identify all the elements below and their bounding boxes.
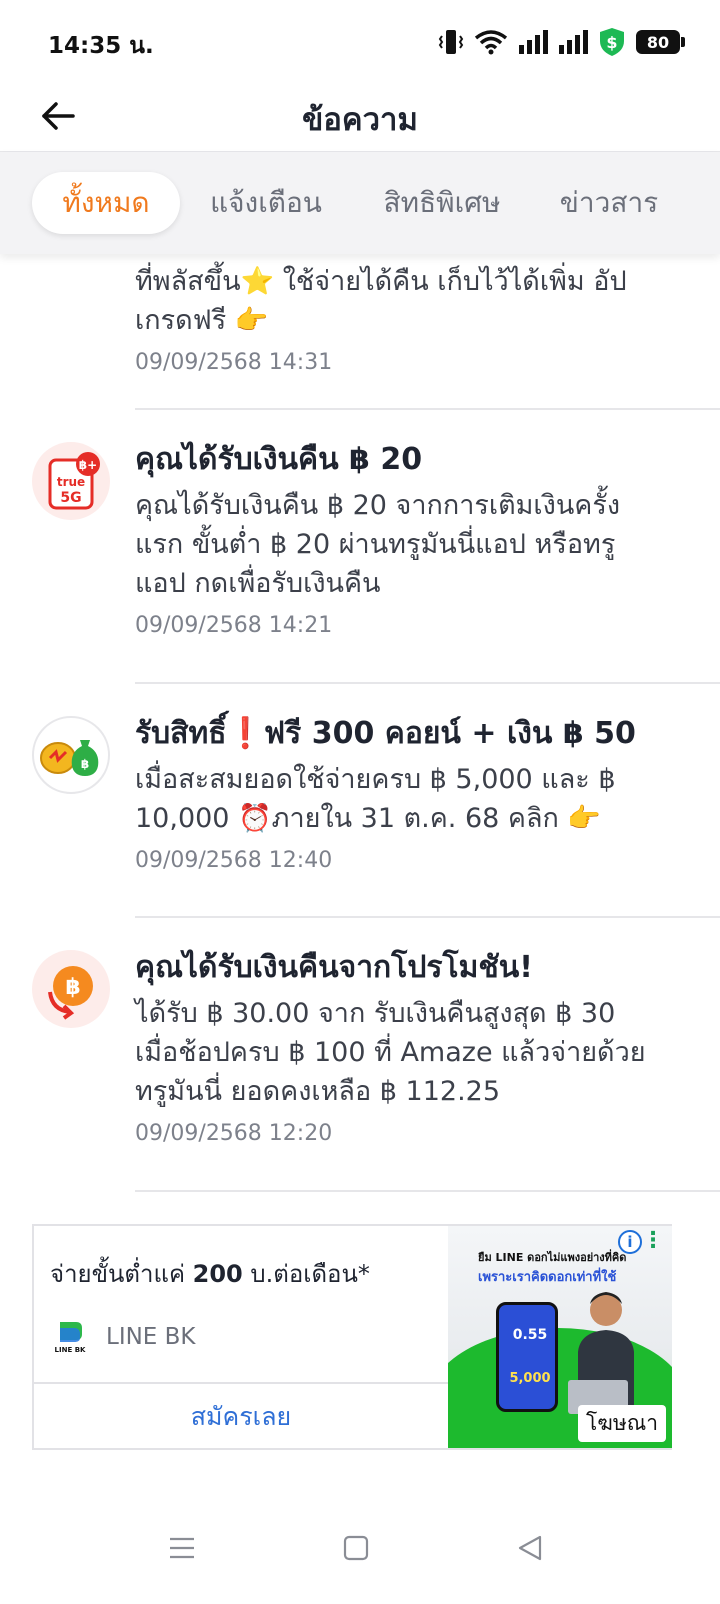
vibrate-icon bbox=[438, 28, 464, 56]
message-title: รับสิทธิ์❗ฟรี 300 คอยน์ + เงิน ฿ 50 bbox=[135, 716, 636, 751]
tab-notifications[interactable]: แจ้งเตือน bbox=[196, 172, 336, 234]
tabs-bar: ทั้งหมด แจ้งเตือน สิทธิพิเศษ ข่าวสาร bbox=[0, 152, 720, 254]
ad-amount: 5,000 bbox=[509, 1371, 551, 1386]
divider bbox=[135, 1190, 720, 1192]
svg-text:฿: ฿ bbox=[81, 757, 89, 771]
tab-news[interactable]: ข่าวสาร bbox=[550, 172, 668, 234]
status-time: 14:35 น. bbox=[48, 33, 154, 59]
list-item[interactable]: ที่พลัสขึ้น⭐ ใช้จ่ายได้คืน เก็บไว้ได้เพิ… bbox=[0, 254, 720, 410]
list-item[interactable]: ฿ รับสิทธิ์❗ฟรี 300 คอยน์ + เงิน ฿ 50 เม… bbox=[0, 684, 720, 918]
message-text-line: แอป กดเพื่อรับเงินคืน bbox=[135, 568, 381, 599]
ad-brand-name: LINE BK bbox=[106, 1324, 196, 1350]
brand-logo-text: LINE BK bbox=[55, 1346, 86, 1354]
ad-text-prefix: จ่ายขั้นต่ำแค่ bbox=[50, 1260, 193, 1288]
coins-moneybag-icon: ฿ bbox=[32, 716, 110, 794]
home-button[interactable] bbox=[332, 1524, 380, 1572]
nav-back-button[interactable] bbox=[506, 1524, 554, 1572]
ad-phone-graphic: 0.55 5,000 bbox=[496, 1302, 558, 1412]
message-date: 09/09/2568 12:20 bbox=[135, 1121, 333, 1146]
svg-text:$: $ bbox=[606, 33, 617, 52]
list-item[interactable]: ฿ คุณได้รับเงินคืนจากโปรโมชัน! ได้รับ ฿ … bbox=[0, 918, 720, 1192]
message-text-line: คุณได้รับเงินคืน ฿ 20 จากการเติมเงินครั้… bbox=[135, 490, 621, 521]
message-body: คุณได้รับเงินคืน ฿ 20 คุณได้รับเงินคืน ฿… bbox=[135, 440, 690, 638]
message-text-line: 10,000 ⏰ภายใน 31 ต.ค. 68 คลิก 👉 bbox=[135, 803, 602, 834]
message-body: รับสิทธิ์❗ฟรี 300 คอยน์ + เงิน ฿ 50 เมื่… bbox=[135, 714, 690, 873]
message-text-line: เกรดฟรี 👉 bbox=[135, 305, 269, 336]
baht-cashback-icon: ฿ bbox=[32, 950, 110, 1028]
menu-button[interactable] bbox=[158, 1524, 206, 1572]
home-square-icon bbox=[343, 1535, 369, 1561]
svg-text:5G: 5G bbox=[60, 490, 81, 506]
message-title: คุณได้รับเงินคืนจากโปรโมชัน! bbox=[135, 950, 533, 985]
ad-rate: 0.55 bbox=[512, 1327, 548, 1343]
back-triangle-icon bbox=[518, 1535, 542, 1561]
svg-text:฿: ฿ bbox=[65, 975, 80, 1000]
ad-image-headline: ยืม LINE ดอกไม่แพงอย่างที่คิด bbox=[478, 1251, 627, 1264]
ad-badge: โฆษณา bbox=[578, 1405, 666, 1442]
menu-icon bbox=[170, 1537, 194, 1559]
tab-privileges[interactable]: สิทธิพิเศษ bbox=[370, 172, 514, 234]
message-date: 09/09/2568 12:40 bbox=[135, 848, 333, 873]
message-text-line: ทรูมันนี่ ยอดคงเหลือ ฿ 112.25 bbox=[135, 1076, 501, 1107]
app-header: ข้อความ bbox=[0, 80, 720, 152]
message-body: ที่พลัสขึ้น⭐ ใช้จ่ายได้คืน เก็บไว้ได้เพิ… bbox=[135, 262, 690, 375]
ad-signup-button[interactable]: สมัครเลย bbox=[34, 1384, 448, 1450]
truemoney-5g-icon: true 5G ฿+ bbox=[32, 442, 110, 520]
page-title: ข้อความ bbox=[302, 102, 418, 138]
ad-brand: LINE BK LINE BK bbox=[52, 1320, 196, 1354]
battery-icon: 80 bbox=[636, 30, 685, 54]
ad-text-suffix: บ.ต่อเดือน* bbox=[242, 1260, 370, 1288]
ad-image[interactable]: ยืม LINE ดอกไม่แพงอย่างที่คิด เพราะเราคิ… bbox=[448, 1226, 672, 1448]
tab-all[interactable]: ทั้งหมด bbox=[32, 172, 180, 234]
icon-badge-text: ฿+ bbox=[79, 458, 97, 472]
signal-icon bbox=[558, 29, 588, 55]
ad-text: จ่ายขั้นต่ำแค่ 200 บ.ต่อเดือน* bbox=[50, 1254, 370, 1293]
message-text-line: เมื่อสะสมยอดใช้จ่ายครบ ฿ 5,000 และ ฿ bbox=[135, 764, 616, 795]
ad-card[interactable]: จ่ายขั้นต่ำแค่ 200 บ.ต่อเดือน* LINE BK L… bbox=[32, 1224, 672, 1450]
status-icons: $ 80 bbox=[438, 24, 685, 60]
line-bk-logo-icon: LINE BK bbox=[55, 1322, 86, 1354]
system-nav-bar bbox=[0, 1494, 720, 1604]
message-date: 09/09/2568 14:21 bbox=[135, 613, 333, 638]
ad-text-bold: 200 bbox=[192, 1260, 243, 1288]
status-bar: 14:35 น. $ 80 bbox=[0, 0, 720, 80]
message-text-line: ได้รับ ฿ 30.00 จาก รับเงินคืนสูงสุด ฿ 30 bbox=[135, 998, 616, 1029]
message-body: คุณได้รับเงินคืนจากโปรโมชัน! ได้รับ ฿ 30… bbox=[135, 948, 690, 1146]
message-date: 09/09/2568 14:31 bbox=[135, 350, 333, 375]
message-text-line: เมื่อช้อปครบ ฿ 100 ที่ Amaze แล้วจ่ายด้ว… bbox=[135, 1037, 646, 1068]
info-icon[interactable]: i bbox=[618, 1230, 642, 1254]
list-item[interactable]: true 5G ฿+ คุณได้รับเงินคืน ฿ 20 คุณได้ร… bbox=[0, 410, 720, 684]
shield-dollar-icon: $ bbox=[598, 27, 626, 57]
message-text-line: ที่พลัสขึ้น⭐ ใช้จ่ายได้คืน เก็บไว้ได้เพิ… bbox=[135, 266, 627, 297]
message-text-line: แรก ขั้นต่ำ ฿ 20 ผ่านทรูมันนี่แอป หรือทร… bbox=[135, 529, 616, 560]
message-title: คุณได้รับเงินคืน ฿ 20 bbox=[135, 442, 423, 477]
icon-brand-text: true bbox=[57, 475, 85, 489]
signal-icon bbox=[518, 29, 548, 55]
wifi-icon bbox=[474, 29, 508, 55]
more-vertical-icon[interactable]: ⋮ bbox=[642, 1230, 664, 1252]
